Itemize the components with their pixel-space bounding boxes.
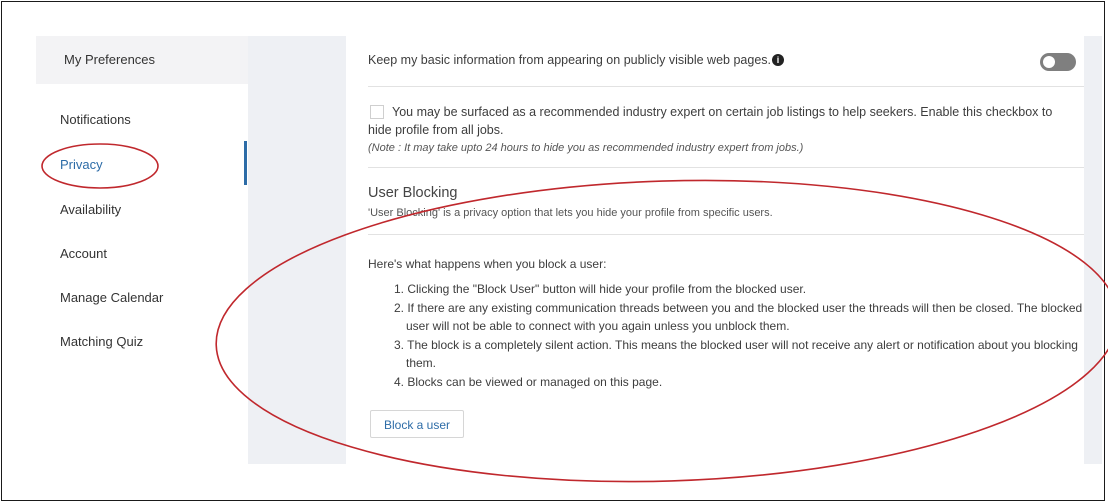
expert-visibility-note: (Note : It may take upto 24 hours to hid… [368, 142, 804, 154]
list-item: 1. Clicking the "Block User" button will… [394, 282, 807, 296]
sidebar-item-notifications[interactable]: Notifications [60, 112, 131, 127]
toggle-knob [1043, 56, 1055, 68]
basic-info-label: Keep my basic information from appearing… [368, 53, 771, 67]
expert-visibility-label-cont: hide profile from all jobs. [368, 123, 504, 137]
basic-info-toggle[interactable] [1040, 53, 1076, 71]
list-item: 3. The block is a completely silent acti… [394, 337, 1078, 371]
list-item: 4. Blocks can be viewed or managed on th… [394, 374, 663, 389]
sidebar-item-matching-quiz[interactable]: Matching Quiz [60, 334, 143, 349]
sidebar-item-account[interactable]: Account [60, 246, 107, 261]
divider [368, 234, 1084, 235]
user-blocking-subtitle: 'User Blocking' is a privacy option that… [368, 207, 773, 219]
user-blocking-title: User Blocking [368, 185, 458, 201]
content-gutter [248, 36, 346, 464]
sidebar-item-manage-calendar[interactable]: Manage Calendar [60, 290, 163, 305]
divider [368, 86, 1084, 87]
sidebar-header: My Preferences [36, 36, 248, 84]
blocking-intro: Here's what happens when you block a use… [368, 257, 607, 271]
sidebar-item-privacy[interactable]: Privacy [60, 157, 103, 172]
info-icon[interactable]: i [772, 54, 784, 66]
preferences-sidebar: My Preferences Notifications Privacy Ava… [36, 36, 248, 464]
expert-visibility-label: You may be surfaced as a recommended ind… [392, 105, 1053, 119]
list-item: 2. If there are any existing communicati… [394, 300, 1083, 334]
content-gutter-right [1084, 36, 1102, 464]
divider [368, 167, 1084, 168]
active-item-indicator [244, 141, 247, 185]
sidebar-item-availability[interactable]: Availability [60, 202, 121, 217]
privacy-settings-panel: Keep my basic information from appearing… [346, 36, 1084, 464]
expert-visibility-checkbox[interactable] [370, 105, 384, 119]
block-user-button[interactable]: Block a user [370, 410, 464, 438]
basic-info-setting: Keep my basic information from appearing… [368, 53, 784, 67]
blocking-steps-list: 1. Clicking the "Block User" button will… [394, 280, 1084, 391]
